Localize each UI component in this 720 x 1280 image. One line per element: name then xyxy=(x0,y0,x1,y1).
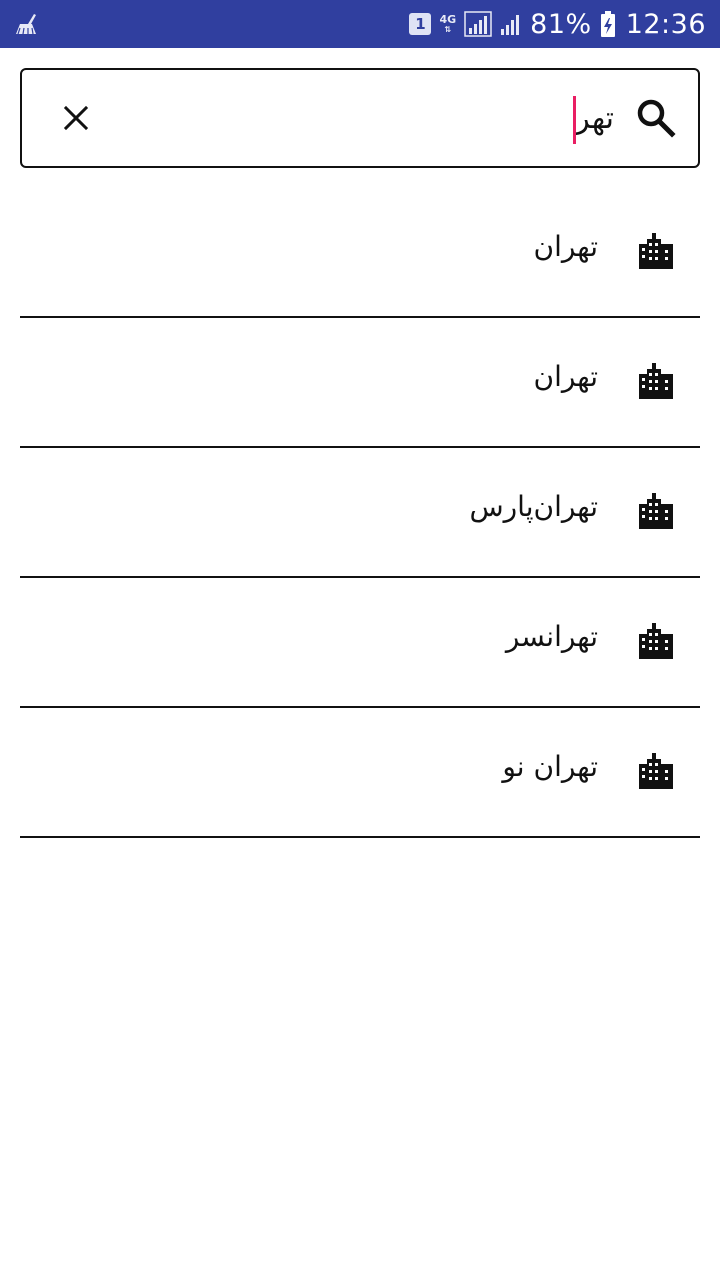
cleaner-icon xyxy=(16,14,36,35)
network-4g-icon: 4G ⇅ xyxy=(439,14,456,34)
city-icon xyxy=(639,363,673,399)
search-input[interactable] xyxy=(114,90,614,146)
sim-icon: 1 xyxy=(409,13,432,35)
list-item[interactable]: تهران xyxy=(20,318,700,448)
list-item[interactable]: تهران‌پارس xyxy=(20,448,700,578)
network-type-label: 4G xyxy=(439,13,457,26)
data-arrows-icon: ⇅ xyxy=(444,25,452,34)
result-label: تهران xyxy=(533,360,599,393)
search-icon[interactable] xyxy=(636,98,676,138)
city-icon xyxy=(639,233,673,269)
status-icons: 1 4G ⇅ 81% 12:36 xyxy=(409,0,706,48)
status-bar: 1 4G ⇅ 81% 12:36 xyxy=(0,0,720,48)
search-bar[interactable] xyxy=(20,68,700,168)
result-label: تهرانسر xyxy=(505,620,598,653)
search-results-list: تهران تهران تهران‌پارس تهرانسر xyxy=(20,188,700,838)
list-item[interactable]: تهرانسر xyxy=(20,578,700,708)
signal-icon xyxy=(464,11,492,37)
clock: 12:36 xyxy=(625,8,706,40)
city-icon xyxy=(639,753,673,789)
city-icon xyxy=(639,623,673,659)
city-icon xyxy=(639,493,673,529)
list-item[interactable]: تهران xyxy=(20,188,700,318)
result-label: تهران‌پارس xyxy=(469,490,598,523)
result-label: تهران xyxy=(533,230,599,263)
result-label: تهران نو xyxy=(502,750,598,783)
text-cursor xyxy=(573,96,576,144)
battery-charging-icon xyxy=(600,11,615,37)
signal-icon xyxy=(501,15,520,35)
battery-percentage: 81% xyxy=(530,8,592,40)
close-icon[interactable] xyxy=(60,102,92,134)
list-item[interactable]: تهران نو xyxy=(20,708,700,838)
